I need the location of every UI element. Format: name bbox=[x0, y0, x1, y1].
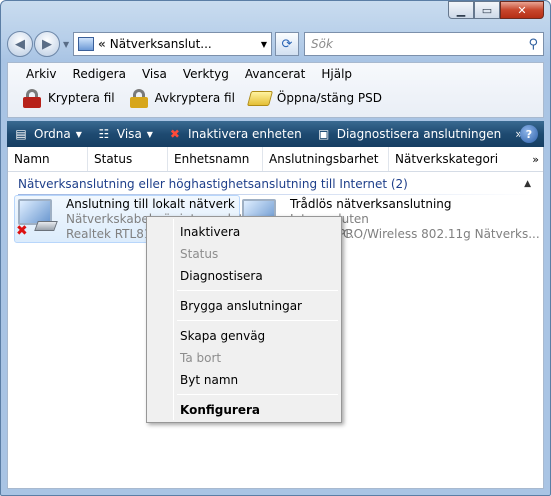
menu-hjalp[interactable]: Hjälp bbox=[321, 67, 352, 81]
menu-item-bridge[interactable]: Brygga anslutningar bbox=[180, 295, 302, 317]
decrypt-file-label: Avkryptera fil bbox=[154, 91, 235, 105]
encrypt-file-label: Kryptera fil bbox=[48, 91, 115, 105]
address-bar[interactable]: « Nätverksanslut... ▼ bbox=[73, 32, 272, 56]
column-name[interactable]: Namn bbox=[8, 147, 88, 171]
forward-button[interactable]: ▶ bbox=[34, 31, 60, 57]
menu-separator bbox=[177, 394, 338, 395]
column-device-name[interactable]: Enhetsnamn bbox=[168, 147, 263, 171]
encrypt-file-button[interactable]: Kryptera fil bbox=[22, 89, 115, 108]
back-button[interactable]: ◀ bbox=[7, 31, 33, 57]
disconnected-x-icon: ✖ bbox=[16, 223, 28, 239]
search-input[interactable]: Sök ⚲ bbox=[304, 32, 544, 56]
lock-icon bbox=[22, 89, 42, 108]
menu-separator bbox=[177, 320, 338, 321]
menu-verktyg[interactable]: Verktyg bbox=[183, 67, 229, 81]
command-bar: ▤ Ordna ▼ ☷ Visa ▼ ✖ Inaktivera enheten … bbox=[7, 121, 544, 147]
address-path[interactable]: Nätverksanslut... bbox=[110, 37, 212, 51]
help-icon[interactable]: ? bbox=[520, 125, 538, 143]
column-connectivity[interactable]: Anslutningsbarhet bbox=[263, 147, 389, 171]
menu-item-configure[interactable]: Konfigurera bbox=[180, 399, 260, 421]
menu-separator bbox=[177, 290, 338, 291]
column-headers: Namn Status Enhetsnamn Anslutningsbarhet… bbox=[8, 147, 543, 172]
caption-buttons: ▁ ▭ ✕ bbox=[448, 1, 544, 19]
open-close-psd-label: Öppna/stäng PSD bbox=[276, 91, 383, 105]
refresh-button[interactable]: ⟳ bbox=[275, 32, 299, 56]
view-label: Visa bbox=[116, 127, 142, 141]
diagnose-connection-label: Diagnostisera anslutningen bbox=[336, 127, 502, 141]
context-menu: Inaktivera Status Diagnostisera Brygga a… bbox=[146, 216, 342, 423]
chevron-down-icon: ▼ bbox=[146, 129, 153, 139]
disable-device-button[interactable]: ✖ Inaktivera enheten bbox=[167, 127, 302, 141]
diagnose-icon: ▣ bbox=[318, 127, 330, 141]
maximize-button[interactable]: ▭ bbox=[474, 1, 500, 19]
network-adapter-icon: ✖ bbox=[16, 197, 60, 239]
organize-icon: ▤ bbox=[15, 127, 27, 141]
menu-arkiv[interactable]: Arkiv bbox=[26, 67, 57, 81]
search-placeholder: Sök bbox=[311, 37, 333, 51]
view-button[interactable]: ☷ Visa ▼ bbox=[96, 127, 153, 141]
organize-label: Ordna bbox=[34, 127, 71, 141]
menu-item-create-shortcut[interactable]: Skapa genväg bbox=[180, 325, 265, 347]
breadcrumb-overflow[interactable]: « bbox=[98, 37, 106, 51]
red-x-icon: ✖ bbox=[169, 127, 180, 141]
menu-visa[interactable]: Visa bbox=[142, 67, 167, 81]
column-network-category[interactable]: Nätverkskategori bbox=[389, 147, 509, 171]
menu-avancerat[interactable]: Avancerat bbox=[245, 67, 306, 81]
group-header[interactable]: Nätverksanslutning eller höghastighetsan… bbox=[18, 176, 535, 195]
column-status[interactable]: Status bbox=[88, 147, 168, 171]
control-panel-icon bbox=[78, 37, 94, 51]
close-button[interactable]: ✕ bbox=[500, 1, 544, 19]
search-icon[interactable]: ⚲ bbox=[528, 37, 538, 52]
folder-icon bbox=[246, 90, 273, 106]
menu-redigera[interactable]: Redigera bbox=[73, 67, 126, 81]
refresh-icon: ⟳ bbox=[281, 36, 293, 52]
views-icon: ☷ bbox=[98, 127, 110, 141]
decrypt-file-button[interactable]: Avkryptera fil bbox=[129, 89, 235, 108]
chevron-down-icon: ▼ bbox=[75, 129, 82, 139]
organize-button[interactable]: ▤ Ordna ▼ bbox=[13, 127, 82, 141]
context-menu-gutter bbox=[173, 219, 174, 420]
unlock-icon bbox=[129, 89, 149, 108]
more-columns-icon[interactable]: » bbox=[532, 153, 539, 166]
menu-item-status: Status bbox=[180, 247, 219, 261]
collapse-icon[interactable]: ▲ bbox=[524, 179, 531, 189]
menu-item-disable[interactable]: Inaktivera bbox=[180, 221, 240, 243]
minimize-button[interactable]: ▁ bbox=[448, 1, 474, 19]
menu-bar: Arkiv Redigera Visa Verktyg Avancerat Hj… bbox=[8, 63, 543, 81]
menu-item-delete: Ta bort bbox=[180, 351, 222, 365]
open-close-psd-button[interactable]: Öppna/stäng PSD bbox=[246, 90, 383, 106]
menu-and-tool-bar: Arkiv Redigera Visa Verktyg Avancerat Hj… bbox=[7, 62, 544, 118]
menu-item-diagnose[interactable]: Diagnostisera bbox=[180, 265, 263, 287]
tool-row: Kryptera fil Avkryptera fil Öppna/stäng … bbox=[8, 81, 543, 108]
recent-pages-dropdown[interactable]: ▼ bbox=[63, 40, 73, 49]
chevron-down-icon[interactable]: ▼ bbox=[261, 40, 267, 49]
forward-arrow-icon: ▶ bbox=[42, 36, 52, 52]
disable-device-label: Inaktivera enheten bbox=[187, 127, 302, 141]
diagnose-connection-button[interactable]: ▣ Diagnostisera anslutningen bbox=[316, 127, 502, 141]
menu-item-rename[interactable]: Byt namn bbox=[180, 369, 238, 391]
connection-name: Trådlös nätverksanslutning bbox=[290, 197, 452, 211]
back-arrow-icon: ◀ bbox=[15, 36, 25, 52]
group-title: Nätverksanslutning eller höghastighetsan… bbox=[18, 177, 408, 191]
